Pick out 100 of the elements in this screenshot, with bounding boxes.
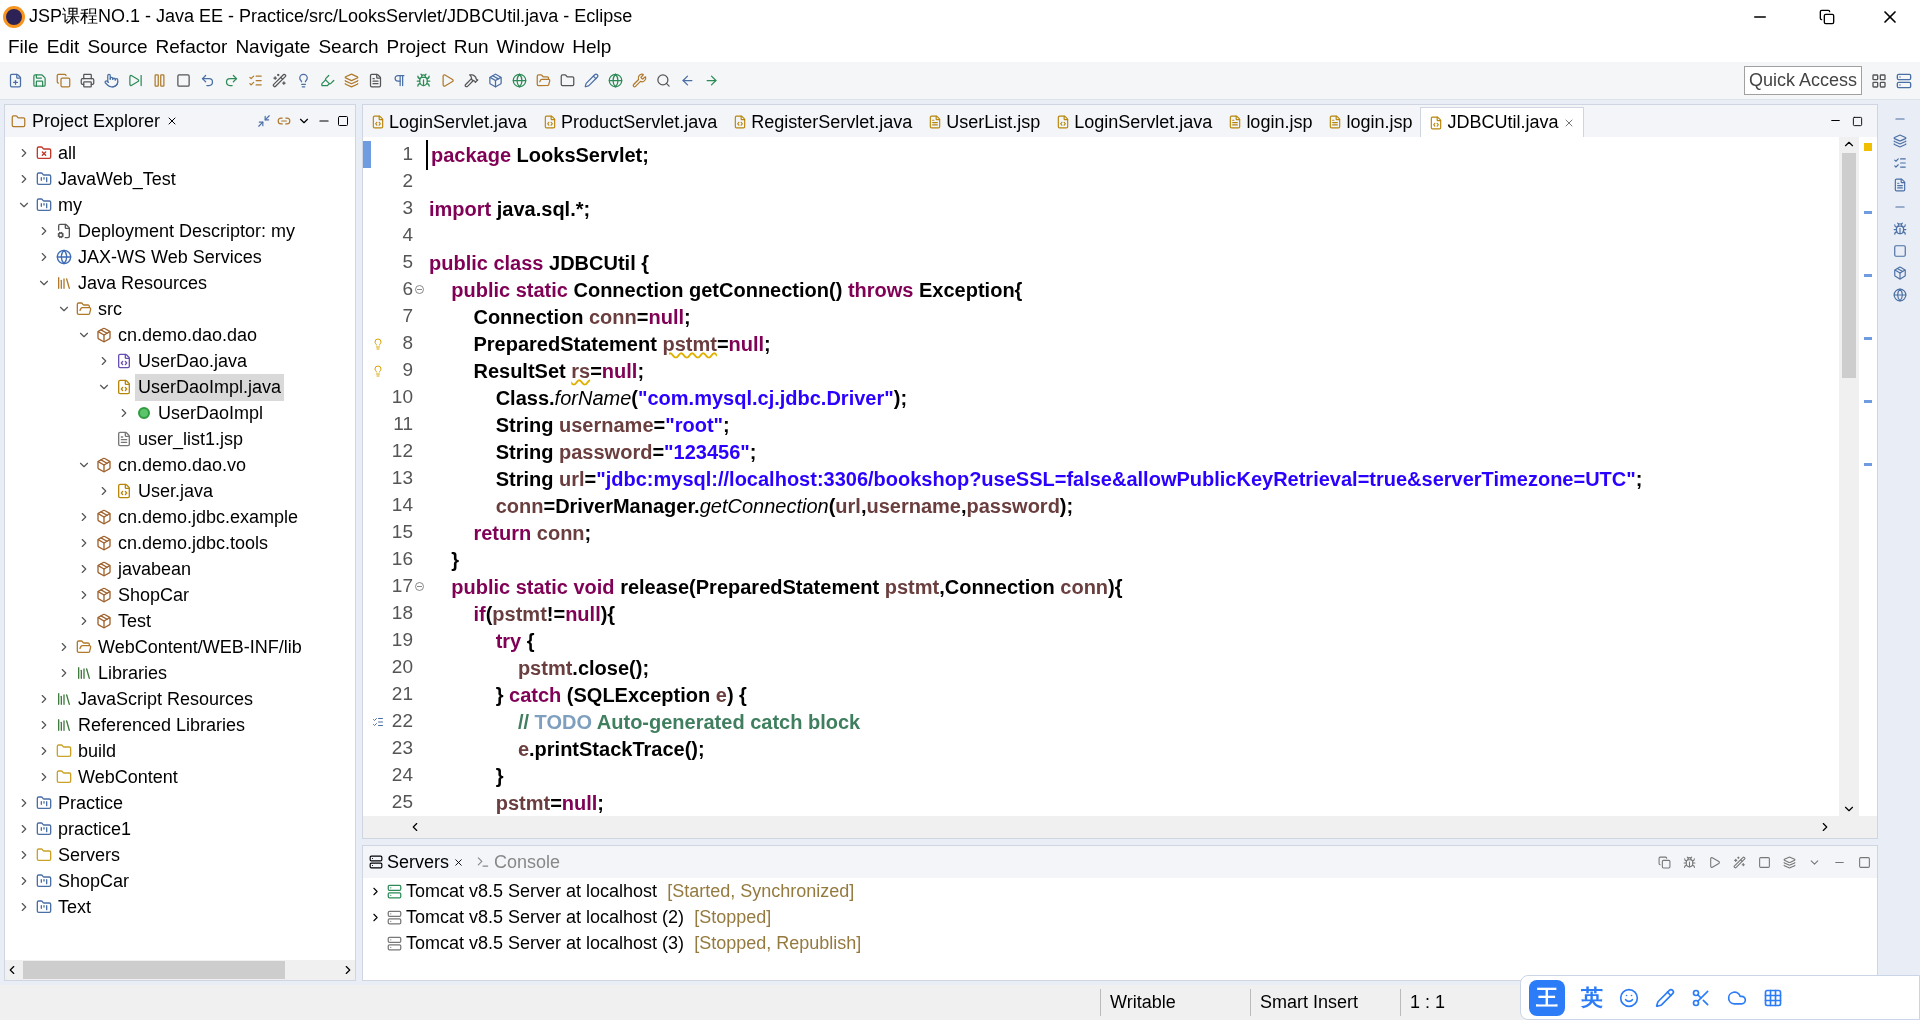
save-icon[interactable] xyxy=(32,73,47,88)
pilcrow-icon[interactable] xyxy=(392,73,407,88)
run-icon[interactable] xyxy=(440,73,455,88)
bug-icon[interactable] xyxy=(1893,222,1907,236)
pointer-icon[interactable] xyxy=(104,73,119,88)
panel-tab[interactable]: Servers xyxy=(369,848,464,876)
lightbulb-icon[interactable] xyxy=(296,73,311,88)
window-icon[interactable] xyxy=(1893,244,1907,258)
redo-icon[interactable] xyxy=(224,73,239,88)
maximize-icon[interactable] xyxy=(337,115,349,127)
pause-icon[interactable] xyxy=(152,73,167,88)
horizontal-scrollbar[interactable] xyxy=(5,960,355,980)
scrollbar-thumb[interactable] xyxy=(1842,153,1856,378)
editor-tab[interactable]: UserList.jsp xyxy=(920,107,1049,137)
ime-logo[interactable]: 王 xyxy=(1529,979,1565,1016)
run-icon[interactable] xyxy=(1708,855,1721,869)
maximize-icon[interactable] xyxy=(1852,116,1863,127)
tree-item[interactable]: JAX-WS Web Services xyxy=(75,243,265,271)
tree-item[interactable]: Practice xyxy=(55,789,127,817)
globe-icon[interactable] xyxy=(1893,288,1907,302)
editor-tab[interactable]: login.jsp xyxy=(1320,107,1421,137)
skip-icon[interactable] xyxy=(128,73,143,88)
package-icon[interactable] xyxy=(1893,266,1907,280)
tree-item[interactable]: my xyxy=(55,191,85,219)
server-name[interactable]: Tomcat v8.5 Server at localhost (2) xyxy=(406,903,685,931)
copy-icon[interactable] xyxy=(1658,855,1671,869)
tree-item[interactable]: JavaWeb_Test xyxy=(55,165,179,193)
wrench-icon[interactable] xyxy=(632,73,647,88)
layers-icon[interactable] xyxy=(1893,134,1907,148)
menu-item[interactable]: Help xyxy=(568,33,616,62)
layers-icon[interactable] xyxy=(1783,855,1796,869)
tree-item[interactable]: user_list1.jsp xyxy=(135,425,247,453)
new-file-icon[interactable] xyxy=(8,73,23,88)
tree-item[interactable]: Test xyxy=(115,607,154,635)
menu-item[interactable]: Refactor xyxy=(151,33,232,62)
tree-item[interactable]: cn.demo.jdbc.tools xyxy=(115,529,272,557)
perspective-icon[interactable] xyxy=(1871,72,1887,89)
tree-item[interactable]: practice1 xyxy=(55,815,135,843)
tree-item[interactable]: cn.demo.dao.vo xyxy=(115,451,250,479)
forward-arrow-icon[interactable] xyxy=(704,73,719,88)
server-name[interactable]: Tomcat v8.5 Server at localhost (3) xyxy=(406,929,685,957)
perspective-icon[interactable] xyxy=(1896,72,1912,89)
editor-tab[interactable]: LoginServlet.java xyxy=(363,107,536,137)
document-icon[interactable] xyxy=(1893,178,1907,192)
pencil-icon[interactable] xyxy=(584,73,599,88)
close-icon[interactable] xyxy=(453,856,464,868)
vertical-scrollbar[interactable] xyxy=(1839,137,1859,816)
quick-access-field[interactable]: Quick Access xyxy=(1743,66,1862,95)
menu-item[interactable]: Run xyxy=(449,33,493,62)
tree-item[interactable]: javabean xyxy=(115,555,195,583)
tree-item[interactable]: Java Resources xyxy=(75,269,211,297)
package-icon[interactable] xyxy=(488,73,503,88)
menu-item[interactable]: Edit xyxy=(42,33,84,62)
smile-icon[interactable] xyxy=(1619,987,1639,1008)
printer-icon[interactable] xyxy=(80,73,95,88)
editor-tab[interactable]: RegisterServlet.java xyxy=(725,107,921,137)
undo-icon[interactable] xyxy=(200,73,215,88)
tree-item[interactable]: UserDaoImpl xyxy=(155,399,267,427)
hammer-icon[interactable] xyxy=(464,73,479,88)
layers-icon[interactable] xyxy=(344,73,359,88)
bug-icon[interactable] xyxy=(416,73,431,88)
ime-mode-toggle[interactable]: 英 xyxy=(1581,981,1603,1014)
tree-item[interactable]: cn.demo.dao.dao xyxy=(115,321,261,349)
search-icon[interactable] xyxy=(656,73,671,88)
tree-item[interactable]: UserDao.java xyxy=(135,347,251,375)
tree-item[interactable]: User.java xyxy=(135,477,217,505)
editor-tab[interactable]: login.jsp xyxy=(1220,107,1321,137)
tree-item[interactable]: UserDaoImpl.java xyxy=(135,373,285,401)
tree-item[interactable]: Libraries xyxy=(95,659,171,687)
menu-item[interactable]: Search xyxy=(314,33,383,62)
server-name[interactable]: Tomcat v8.5 Server at localhost xyxy=(406,877,658,905)
wand-icon[interactable] xyxy=(1733,855,1746,869)
tree-item[interactable]: ShopCar xyxy=(55,867,133,895)
tree-item[interactable]: ShopCar xyxy=(115,581,193,609)
globe-icon[interactable] xyxy=(512,73,527,88)
menu-item[interactable]: Window xyxy=(492,33,569,62)
copy-icon[interactable] xyxy=(56,73,71,88)
menu-item[interactable]: Project xyxy=(382,33,450,62)
folder-icon[interactable] xyxy=(560,73,575,88)
tree-item[interactable]: all xyxy=(55,139,79,167)
horizontal-scrollbar[interactable] xyxy=(363,816,1877,838)
tree-item[interactable]: JavaScript Resources xyxy=(75,685,257,713)
bug-icon[interactable] xyxy=(1683,855,1696,869)
restore-icon[interactable] xyxy=(1819,8,1835,25)
tree-item[interactable]: WebContent/WEB-INF/lib xyxy=(95,633,305,661)
stop-icon[interactable] xyxy=(176,73,191,88)
tree-item[interactable]: Deployment Descriptor: my xyxy=(75,217,299,245)
stop-icon[interactable] xyxy=(1758,855,1771,869)
tree-item[interactable]: build xyxy=(75,737,120,765)
menu-item[interactable]: Source xyxy=(83,33,152,62)
document-icon[interactable] xyxy=(368,73,383,88)
wand-icon[interactable] xyxy=(272,73,287,88)
tree-item[interactable]: cn.demo.jdbc.example xyxy=(115,503,302,531)
scrollbar-thumb[interactable] xyxy=(23,961,285,979)
tree-item[interactable]: Text xyxy=(55,893,94,921)
checklist-icon[interactable] xyxy=(1893,156,1907,170)
tree-item[interactable]: src xyxy=(95,295,125,323)
menu-item[interactable]: Navigate xyxy=(231,33,315,62)
editor-tab[interactable]: JDBCUtil.java xyxy=(1420,107,1584,137)
tree-item[interactable]: Referenced Libraries xyxy=(75,711,249,739)
